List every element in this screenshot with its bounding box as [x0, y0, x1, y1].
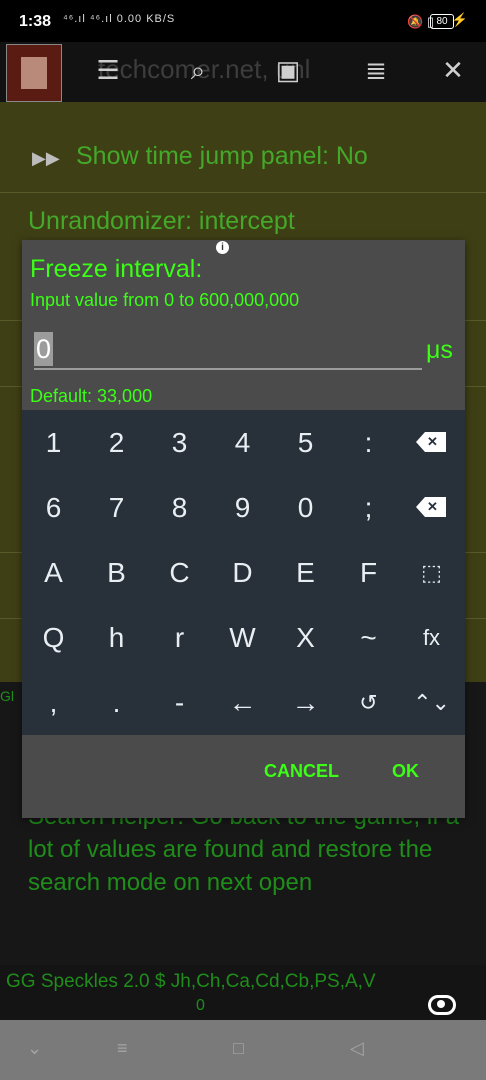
key-b[interactable]: B: [85, 540, 148, 605]
footer-status-text-2: 0: [196, 997, 205, 1014]
app-toolbar: techcomer.net, unl ☰ ⌕ ▣ ≣ ✕: [0, 42, 486, 102]
show-time-jump-item[interactable]: Show time jump panel: No: [76, 142, 368, 171]
clear-icon: [416, 497, 446, 517]
search-icon[interactable]: ⌕: [182, 54, 214, 86]
fast-forward-icon: ▶▶: [32, 148, 60, 168]
dialog-title: Freeze interval:: [30, 255, 203, 283]
dialog-actions: CANCEL OK: [22, 735, 465, 818]
info-icon[interactable]: i: [216, 241, 229, 254]
charging-icon: ⚡: [451, 12, 468, 27]
backspace-icon: [416, 432, 446, 452]
cancel-button[interactable]: CANCEL: [264, 761, 339, 782]
unit-label: μs: [426, 336, 453, 364]
key-q[interactable]: Q: [22, 605, 85, 670]
clear-key[interactable]: [400, 475, 463, 540]
footer-status-text: GG Speckles 2.0 $ Jh,Ch,Ca,Cd,Cb,PS,A,V: [6, 971, 376, 992]
key-2[interactable]: 2: [85, 410, 148, 475]
nav-back-chevron-icon[interactable]: ⌄: [27, 1038, 42, 1059]
nav-home-icon[interactable]: □: [233, 1038, 244, 1059]
network-info: ⁴⁶.ıl ⁴⁶.ıl 0.00 KB/S: [63, 13, 176, 25]
gl-fragment: Gl: [0, 688, 14, 704]
key-9[interactable]: 9: [211, 475, 274, 540]
key-c[interactable]: C: [148, 540, 211, 605]
key-comma[interactable]: ,: [22, 670, 85, 735]
key-w[interactable]: W: [211, 605, 274, 670]
status-time: 1:38: [19, 13, 52, 30]
close-icon[interactable]: ✕: [437, 54, 469, 86]
key-minus[interactable]: -: [148, 670, 211, 735]
tune-icon[interactable]: ☰: [92, 54, 124, 86]
list-icon[interactable]: ≣: [360, 54, 392, 86]
dialog-hint: Input value from 0 to 600,000,000: [30, 290, 300, 310]
battery-icon: 80: [430, 14, 454, 29]
key-tilde[interactable]: ~: [337, 605, 400, 670]
key-1[interactable]: 1: [22, 410, 85, 475]
key-4[interactable]: 4: [211, 410, 274, 475]
key-d[interactable]: D: [211, 540, 274, 605]
freeze-interval-dialog: i Freeze interval: Input value from 0 to…: [22, 240, 465, 818]
key-a[interactable]: A: [22, 540, 85, 605]
key-left-arrow[interactable]: ←: [211, 670, 274, 735]
navigation-bar: ⌄ ≡ □ ◁: [0, 1020, 486, 1080]
nav-menu-icon[interactable]: ≡: [117, 1038, 128, 1059]
default-label: Default: 33,000: [30, 386, 153, 406]
key-h[interactable]: h: [85, 605, 148, 670]
key-5[interactable]: 5: [274, 410, 337, 475]
status-bar: 1:38 ⁴⁶.ıl ⁴⁶.ıl 0.00 KB/S 🔕 ▯ 80 ⚡: [0, 0, 486, 42]
key-0[interactable]: 0: [274, 475, 337, 540]
interval-input-value[interactable]: 0: [34, 332, 54, 366]
key-8[interactable]: 8: [148, 475, 211, 540]
key-e[interactable]: E: [274, 540, 337, 605]
ok-button[interactable]: OK: [392, 761, 419, 782]
divider: [0, 192, 486, 193]
game-thumbnail-icon[interactable]: [6, 44, 62, 102]
key-fx[interactable]: fx: [400, 605, 463, 670]
interval-input[interactable]: 0: [34, 332, 422, 370]
key-f[interactable]: F: [337, 540, 400, 605]
unrandomizer-item[interactable]: Unrandomizer: intercept: [28, 207, 295, 236]
history-icon[interactable]: ↺: [337, 670, 400, 735]
collapse-expand-icon[interactable]: ⌃⌄: [400, 670, 463, 735]
eye-icon[interactable]: [428, 995, 456, 1015]
key-3[interactable]: 3: [148, 410, 211, 475]
key-r[interactable]: r: [148, 605, 211, 670]
save-icon[interactable]: ▣: [272, 54, 304, 86]
key-semicolon[interactable]: ;: [337, 475, 400, 540]
key-x[interactable]: X: [274, 605, 337, 670]
key-right-arrow[interactable]: →: [274, 670, 337, 735]
numeric-keyboard: 1 2 3 4 5 : 6 7 8 9 0 ; A B C D E F ⬚ Q …: [22, 410, 465, 735]
select-all-icon[interactable]: ⬚: [400, 540, 463, 605]
nav-back-icon[interactable]: ◁: [350, 1038, 364, 1059]
key-period[interactable]: .: [85, 670, 148, 735]
footer-bar: GG Speckles 2.0 $ Jh,Ch,Ca,Cd,Cb,PS,A,V …: [0, 965, 486, 1020]
key-6[interactable]: 6: [22, 475, 85, 540]
backspace-key[interactable]: [400, 410, 463, 475]
key-7[interactable]: 7: [85, 475, 148, 540]
key-colon[interactable]: :: [337, 410, 400, 475]
